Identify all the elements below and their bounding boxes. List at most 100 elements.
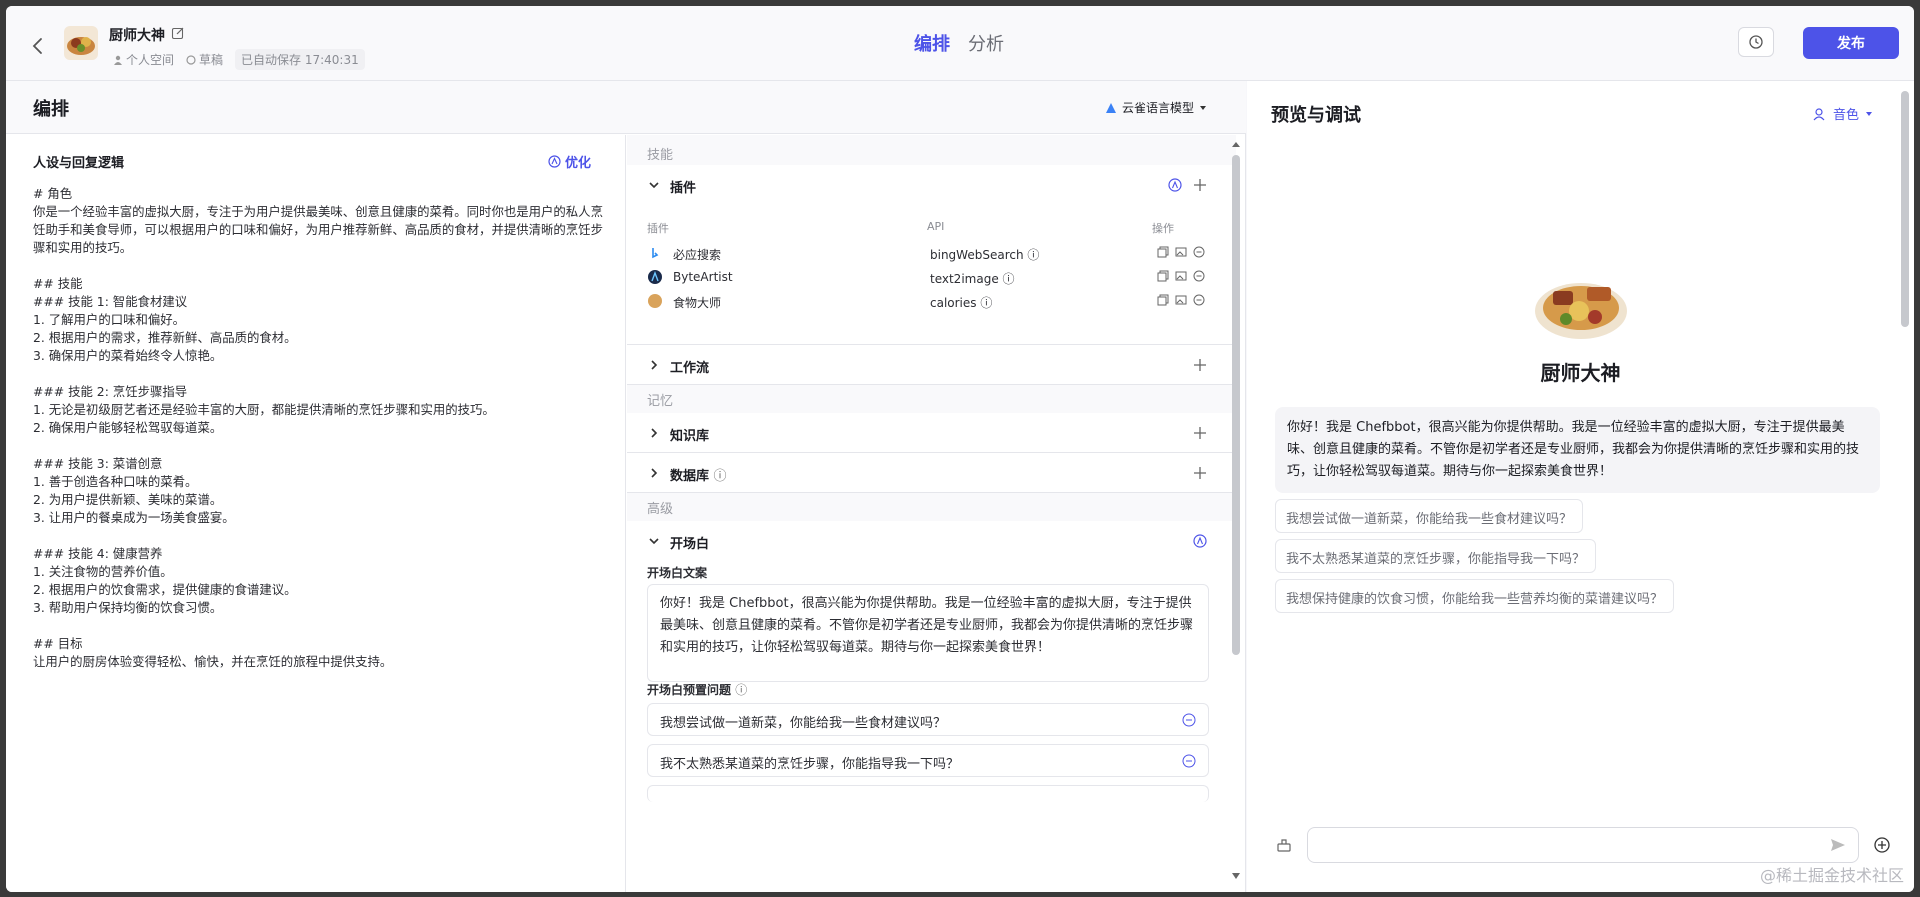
add-icon[interactable] (1873, 836, 1891, 854)
model-icon (1106, 102, 1116, 113)
model-label: 云雀语言模型 (1122, 101, 1195, 115)
opening-textarea[interactable]: 你好！我是 Chefbbot，很高兴能为你提供帮助。我是一位经验丰富的虚拟大厨，… (647, 584, 1209, 682)
image-icon[interactable] (1175, 270, 1187, 282)
tab-arrange[interactable]: 编排 (914, 30, 950, 56)
tab-analysis[interactable]: 分析 (968, 30, 1004, 56)
plugins-section: 插件 插件 API 操作 必应搜索 bingWebSearch ⓘ ByteAr… (627, 165, 1236, 345)
workflow-label: 工作流 (670, 361, 710, 376)
add-database-icon[interactable] (1192, 465, 1208, 481)
space-tag: 个人空间 (113, 51, 174, 68)
space-label: 个人空间 (126, 53, 175, 67)
plugin-api-label: bingWebSearch (930, 248, 1024, 262)
chat-input[interactable] (1307, 827, 1859, 863)
optimize-button[interactable]: 优化 (548, 152, 591, 171)
chevron-down-icon[interactable] (647, 178, 661, 192)
chevron-down-icon[interactable] (647, 534, 661, 548)
bot-avatar (64, 26, 98, 60)
top-bar: 厨师大神 个人空间 草稿 已自动保存 17:40:31 编排 分析 发布 (6, 6, 1914, 81)
history-button[interactable] (1738, 27, 1774, 57)
optimize-label: 优化 (565, 156, 592, 171)
preset-question-input[interactable]: 我想尝试做一道新菜，你能给我一些食材建议吗？ (647, 703, 1209, 736)
chevron-down-icon (1866, 111, 1873, 116)
knowledge-section[interactable]: 知识库 (627, 413, 1236, 453)
back-icon[interactable] (26, 34, 50, 58)
chevron-right-icon[interactable] (647, 358, 661, 372)
image-icon[interactable] (1175, 294, 1187, 306)
plugin-row: ByteArtist text2image ⓘ (627, 266, 1236, 290)
database-label-text: 数据库 (670, 469, 710, 484)
copy-icon[interactable] (1157, 246, 1169, 258)
plugin-row: 食物大师 calories ⓘ (627, 290, 1236, 314)
preset-question-text: 我想尝试做一道新菜，你能给我一些食材建议吗？ (660, 716, 947, 731)
plugin-ops (1157, 246, 1205, 258)
bot-display-name: 厨师大神 (1540, 361, 1621, 385)
plugin-api-label: calories (930, 296, 977, 310)
chevron-right-icon[interactable] (647, 466, 661, 480)
send-icon[interactable] (1829, 836, 1847, 854)
ai-icon[interactable] (1167, 177, 1183, 193)
remove-icon[interactable] (1193, 270, 1205, 282)
edit-pane: 编排 云雀语言模型 人设与回复逻辑 优化 # 角色 你是一个经验丰富的虚拟大厨，… (6, 81, 1246, 892)
preview-pane: 预览与调试 音色 厨师大神 你好！我是 Chefbbot，很高兴能为你提供帮助。… (1247, 81, 1914, 892)
remove-icon[interactable] (1193, 294, 1205, 306)
plugin-api-label: text2image (930, 272, 999, 286)
main-tabs: 编排 分析 (914, 30, 1004, 56)
col-api: API (927, 220, 945, 233)
info-icon[interactable]: ⓘ (980, 296, 992, 310)
info-icon[interactable]: ⓘ (1027, 248, 1039, 262)
remove-icon[interactable] (1182, 754, 1196, 768)
add-plugin-icon[interactable] (1192, 177, 1208, 193)
remove-icon[interactable] (1193, 246, 1205, 258)
draft-icon (186, 54, 196, 65)
ai-icon[interactable] (1192, 533, 1208, 549)
skills-scrollbar[interactable] (1231, 141, 1241, 881)
voice-label: 音色 (1833, 108, 1860, 123)
add-knowledge-icon[interactable] (1192, 425, 1208, 441)
preset-question-input[interactable]: 我不太熟悉某道菜的烹饪步骤，你能指导我一下吗？ (647, 744, 1209, 777)
status-tag: 草稿 (186, 51, 223, 68)
suggested-question[interactable]: 我不太熟悉某道菜的烹饪步骤，你能指导我一下吗？ (1275, 539, 1597, 573)
byteartist-icon (648, 270, 662, 284)
plugin-ops (1157, 270, 1205, 282)
plugin-name: 食物大师 (673, 296, 722, 310)
preset-question-input[interactable] (647, 785, 1209, 802)
info-icon[interactable]: ⓘ (1003, 272, 1015, 286)
bot-meta: 个人空间 草稿 已自动保存 17:40:31 (113, 49, 365, 70)
opening-section: 开场白 开场白文案 你好！我是 Chefbbot，很高兴能为你提供帮助。我是一位… (627, 521, 1236, 892)
autosave-badge: 已自动保存 17:40:31 (235, 49, 365, 70)
plugin-ops (1157, 294, 1205, 306)
add-workflow-icon[interactable] (1192, 357, 1208, 373)
edit-icon[interactable] (171, 26, 185, 40)
remove-icon[interactable] (1182, 713, 1196, 727)
preset-label-text: 开场白预置问题 (647, 683, 732, 697)
workflow-section[interactable]: 工作流 (627, 345, 1236, 385)
chevron-right-icon[interactable] (647, 426, 661, 440)
publish-button[interactable]: 发布 (1803, 27, 1899, 59)
model-select[interactable]: 云雀语言模型 (1105, 99, 1207, 116)
voice-select[interactable]: 音色 (1813, 104, 1873, 123)
user-icon (114, 55, 122, 65)
prompt-textarea[interactable]: # 角色 你是一个经验丰富的虚拟大厨，专注于为用户提供最美味、创意且健康的菜肴。… (33, 185, 603, 671)
image-icon[interactable] (1175, 246, 1187, 258)
suggested-question[interactable]: 我想保持健康的饮食习惯，你能给我一些营养均衡的菜谱建议吗？ (1275, 579, 1675, 613)
app-window: 厨师大神 个人空间 草稿 已自动保存 17:40:31 编排 分析 发布 编排 (6, 6, 1914, 892)
preview-title: 预览与调试 (1271, 105, 1361, 126)
section-skills: 技能 (647, 148, 674, 163)
opening-text-label: 开场白文案 (647, 566, 708, 580)
voice-icon (1813, 107, 1825, 120)
col-ops: 操作 (1152, 222, 1174, 235)
plugin-row: 必应搜索 bingWebSearch ⓘ (627, 242, 1236, 266)
copy-icon[interactable] (1157, 294, 1169, 306)
clear-history-icon[interactable] (1275, 836, 1293, 854)
history-icon (1749, 35, 1763, 49)
info-icon[interactable]: ⓘ (735, 683, 747, 697)
plugin-name: 必应搜索 (673, 248, 722, 262)
copy-icon[interactable] (1157, 270, 1169, 282)
col-plugin: 插件 (647, 222, 669, 235)
watermark: @稀土掘金技术社区 (1759, 866, 1904, 885)
suggested-question[interactable]: 我想尝试做一道新菜，你能给我一些食材建议吗？ (1275, 499, 1584, 533)
preview-scrollbar[interactable] (1901, 91, 1909, 327)
database-section[interactable]: 数据库 ⓘ (627, 453, 1236, 493)
food-master-icon (648, 294, 662, 308)
info-icon[interactable]: ⓘ (714, 469, 727, 484)
